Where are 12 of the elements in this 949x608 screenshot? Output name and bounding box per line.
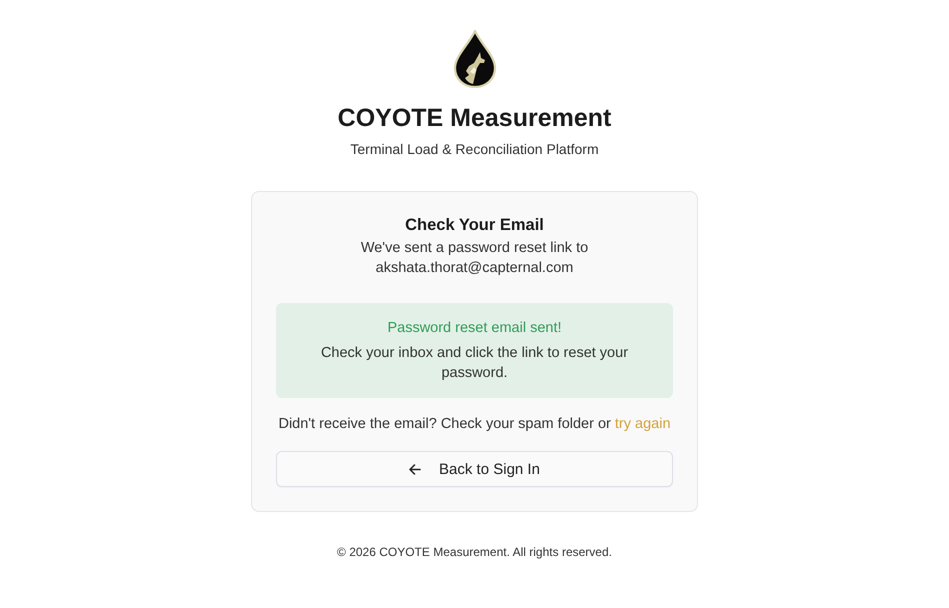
email-address: akshata.thorat@capternal.com	[376, 259, 574, 278]
card-heading: Check Your Email	[405, 215, 544, 236]
drop-logo-icon	[452, 30, 496, 88]
alert-message: Check your inbox and click the link to reset your password.	[320, 344, 630, 383]
app-title: COYOTE Measurement	[338, 103, 612, 133]
resend-hint-text: Didn't receive the email? Check your spam folder or try again	[278, 415, 671, 434]
arrow-left-icon	[409, 464, 422, 474]
back-to-sign-in-button[interactable]: Back to Sign In	[276, 451, 673, 487]
reset-message: We've sent a password reset link to	[360, 239, 588, 258]
copyright-text: © 2026 COYOTE Measurement. All rights reserved.	[337, 544, 612, 560]
alert-title: Password reset email sent!	[387, 319, 562, 338]
app-subtitle: Terminal Load & Reconciliation Platform	[350, 140, 599, 159]
